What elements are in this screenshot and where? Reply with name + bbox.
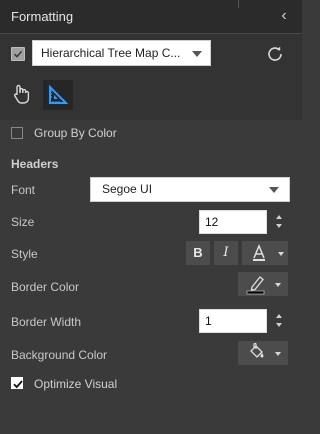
pencil-color-icon	[246, 276, 265, 295]
border-width-spinner[interactable]	[273, 309, 285, 333]
background-color-label: Background Color	[11, 348, 108, 362]
formatting-titlebar: Formatting ‹	[0, 0, 302, 34]
chevron-down-icon	[269, 187, 279, 193]
chevron-down-icon	[192, 51, 202, 57]
spin-up-icon[interactable]	[276, 314, 282, 318]
font-color-icon	[253, 244, 265, 261]
format-tab[interactable]	[43, 80, 73, 110]
reset-icon[interactable]	[266, 45, 284, 63]
background-color-button[interactable]	[238, 341, 288, 365]
spin-down-icon[interactable]	[276, 323, 282, 327]
visual-type-select[interactable]: Hierarchical Tree Map C...	[32, 40, 211, 66]
headers-section-title: Headers	[11, 157, 59, 171]
collapse-panel-button[interactable]: ‹	[274, 5, 294, 27]
chevron-down-icon	[278, 252, 284, 256]
optimize-visual-checkbox[interactable]	[11, 377, 23, 389]
size-value: 12	[205, 215, 219, 229]
title-divider	[238, 0, 239, 8]
spin-down-icon[interactable]	[276, 224, 282, 228]
border-width-label: Border Width	[11, 315, 82, 329]
ruler-triangle-icon	[49, 84, 69, 104]
font-color-button[interactable]	[242, 241, 288, 265]
border-color-button[interactable]	[238, 272, 288, 296]
border-color-label: Border Color	[11, 280, 80, 294]
paint-bucket-hand-icon	[14, 84, 30, 104]
size-label: Size	[11, 215, 35, 229]
size-input[interactable]: 12	[199, 210, 267, 234]
chevron-down-icon	[275, 352, 281, 356]
visual-type-value: Hierarchical Tree Map C...	[41, 46, 181, 60]
optimize-visual-label: Optimize Visual	[34, 377, 118, 391]
style-label: Style	[11, 247, 38, 261]
visual-enable-checkbox[interactable]	[11, 47, 25, 61]
group-by-color-checkbox[interactable]	[11, 127, 23, 139]
spin-up-icon[interactable]	[276, 215, 282, 219]
font-label: Font	[11, 183, 36, 197]
panel-title: Formatting	[11, 9, 74, 24]
size-spinner[interactable]	[273, 210, 285, 234]
general-tab[interactable]	[11, 82, 37, 110]
paint-bucket-icon	[250, 342, 264, 358]
border-width-value: 1	[205, 314, 212, 328]
border-width-input[interactable]: 1	[199, 309, 267, 333]
italic-button[interactable]: I	[214, 241, 238, 265]
group-by-color-label: Group By Color	[34, 126, 117, 140]
chevron-down-icon	[275, 283, 281, 287]
bold-button[interactable]: B	[186, 241, 210, 265]
font-value: Segoe UI	[102, 182, 153, 196]
checkmark-icon	[13, 380, 23, 389]
font-select[interactable]: Segoe UI	[90, 177, 290, 202]
chevron-left-icon: ‹	[281, 7, 287, 24]
